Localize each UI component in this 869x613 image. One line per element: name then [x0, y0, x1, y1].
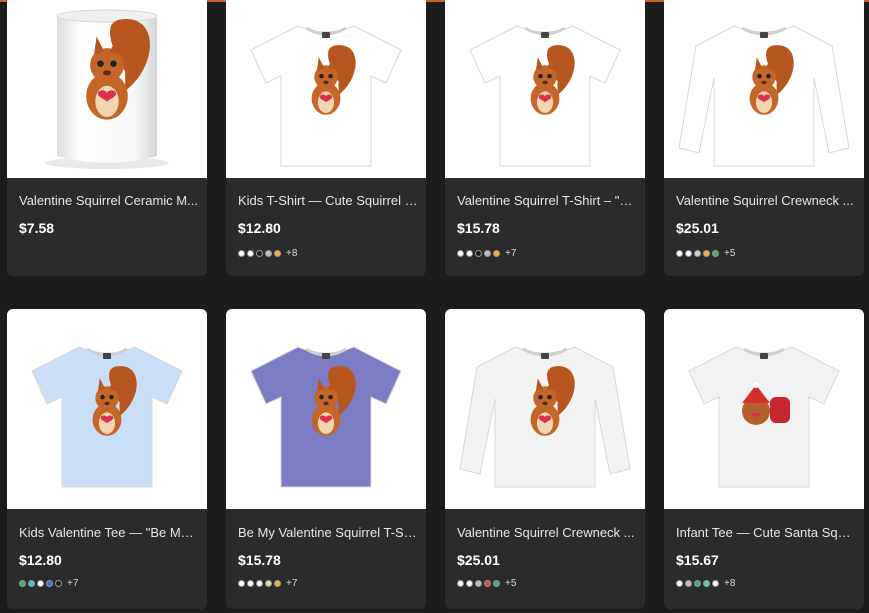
color-swatch[interactable]	[694, 580, 701, 587]
tshirt-image	[250, 346, 402, 488]
sweatshirt-image	[459, 346, 631, 488]
product-image[interactable]	[226, 309, 426, 509]
product-price: $25.01	[676, 220, 719, 236]
more-colors-count: +8	[286, 248, 298, 259]
color-swatch[interactable]	[274, 250, 281, 257]
color-swatch[interactable]	[274, 580, 281, 587]
product-title[interactable]: Valentine Squirrel Crewneck ...	[676, 193, 856, 208]
mug-image	[45, 9, 169, 169]
product-title[interactable]: Valentine Squirrel T-Shirt – "B...	[457, 193, 637, 208]
color-swatches: +7	[238, 578, 297, 589]
color-swatch[interactable]	[28, 580, 35, 587]
color-swatch[interactable]	[457, 580, 464, 587]
product-card[interactable]: Infant Tee — Cute Santa Squi... $15.67 +8	[664, 309, 864, 609]
product-title[interactable]: Valentine Squirrel Ceramic M...	[19, 193, 199, 208]
more-colors-count: +7	[286, 578, 298, 589]
product-title[interactable]: Be My Valentine Squirrel T-Sh...	[238, 525, 418, 540]
color-swatch[interactable]	[703, 250, 710, 257]
product-card[interactable]: Valentine Squirrel T-Shirt – "B... $15.78…	[445, 0, 645, 276]
color-swatch[interactable]	[37, 580, 44, 587]
tshirt-image	[250, 25, 402, 167]
tshirt-image	[688, 346, 840, 488]
color-swatch[interactable]	[694, 250, 701, 257]
product-image[interactable]	[664, 0, 864, 178]
color-swatch[interactable]	[685, 580, 692, 587]
color-swatch[interactable]	[466, 250, 473, 257]
product-title[interactable]: Infant Tee — Cute Santa Squi...	[676, 525, 856, 540]
color-swatch[interactable]	[493, 580, 500, 587]
color-swatch[interactable]	[703, 580, 710, 587]
more-colors-count: +5	[505, 578, 517, 589]
color-swatch[interactable]	[484, 580, 491, 587]
color-swatch[interactable]	[256, 580, 263, 587]
product-price: $15.67	[676, 552, 719, 568]
product-card[interactable]: Valentine Squirrel Ceramic M... $7.58	[7, 0, 207, 276]
color-swatch[interactable]	[55, 580, 62, 587]
product-price: $25.01	[457, 552, 500, 568]
color-swatches: +8	[238, 248, 297, 259]
color-swatches: +7	[457, 248, 516, 259]
color-swatch[interactable]	[247, 580, 254, 587]
color-swatch[interactable]	[466, 580, 473, 587]
color-swatch[interactable]	[247, 250, 254, 257]
product-image[interactable]	[445, 309, 645, 509]
product-price: $15.78	[457, 220, 500, 236]
color-swatch[interactable]	[475, 250, 482, 257]
product-card[interactable]: Kids Valentine Tee — "Be My ... $12.80 +7	[7, 309, 207, 609]
tshirt-image	[469, 25, 621, 167]
product-title[interactable]: Kids T-Shirt — Cute Squirrel V...	[238, 193, 418, 208]
color-swatches: +8	[676, 578, 735, 589]
color-swatch[interactable]	[238, 250, 245, 257]
product-title[interactable]: Kids Valentine Tee — "Be My ...	[19, 525, 199, 540]
color-swatches: +7	[19, 578, 78, 589]
product-image[interactable]	[445, 0, 645, 178]
product-price: $12.80	[19, 552, 62, 568]
color-swatch[interactable]	[685, 250, 692, 257]
color-swatch[interactable]	[19, 580, 26, 587]
product-price: $12.80	[238, 220, 281, 236]
product-price: $7.58	[19, 220, 55, 236]
color-swatch[interactable]	[265, 580, 272, 587]
product-title[interactable]: Valentine Squirrel Crewneck ...	[457, 525, 637, 540]
color-swatches: +5	[676, 248, 735, 259]
product-card[interactable]: Valentine Squirrel Crewneck ... $25.01 +5	[664, 0, 864, 276]
product-image[interactable]	[226, 0, 426, 178]
color-swatch[interactable]	[457, 250, 464, 257]
product-card[interactable]: Be My Valentine Squirrel T-Sh... $15.78 +7	[226, 309, 426, 609]
color-swatches: +5	[457, 578, 516, 589]
color-swatch[interactable]	[676, 250, 683, 257]
product-price: $15.78	[238, 552, 281, 568]
color-swatch[interactable]	[238, 580, 245, 587]
color-swatch[interactable]	[712, 580, 719, 587]
color-swatch[interactable]	[256, 250, 263, 257]
color-swatch[interactable]	[484, 250, 491, 257]
product-image[interactable]	[7, 0, 207, 178]
product-card[interactable]: Kids T-Shirt — Cute Squirrel V... $12.80 +…	[226, 0, 426, 276]
product-image[interactable]	[7, 309, 207, 509]
more-colors-count: +7	[505, 248, 517, 259]
color-swatch[interactable]	[676, 580, 683, 587]
more-colors-count: +5	[724, 248, 736, 259]
more-colors-count: +7	[67, 578, 79, 589]
color-swatch[interactable]	[46, 580, 53, 587]
color-swatch[interactable]	[265, 250, 272, 257]
color-swatch[interactable]	[493, 250, 500, 257]
sweatshirt-image	[678, 25, 850, 167]
color-swatch[interactable]	[712, 250, 719, 257]
color-swatch[interactable]	[475, 580, 482, 587]
product-card[interactable]: Valentine Squirrel Crewneck ... $25.01 +5	[445, 309, 645, 609]
more-colors-count: +8	[724, 578, 736, 589]
tshirt-image	[31, 346, 183, 488]
product-image[interactable]	[664, 309, 864, 509]
